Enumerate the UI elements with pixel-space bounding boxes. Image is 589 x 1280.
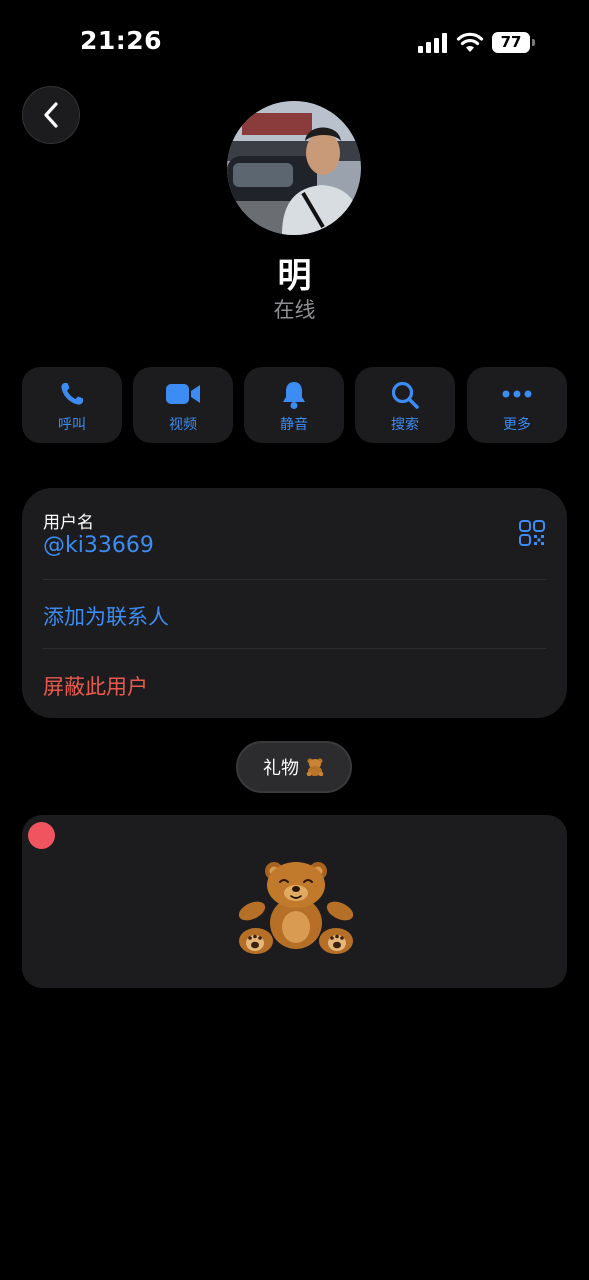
action-bar: 呼叫 视频 静音 搜索 更多 <box>22 367 567 443</box>
gifts-button[interactable]: 礼物 <box>236 741 352 793</box>
profile-name: 明 <box>277 256 312 296</box>
more-button[interactable]: 更多 <box>467 367 567 443</box>
wifi-icon <box>456 32 484 52</box>
teddy-bear-gift-icon <box>238 862 354 954</box>
status-time: 21:26 <box>80 26 163 55</box>
call-button[interactable]: 呼叫 <box>22 367 122 443</box>
divider <box>43 579 546 580</box>
gift-card[interactable] <box>22 815 567 988</box>
back-button[interactable] <box>22 86 80 144</box>
video-label: 视频 <box>169 417 197 433</box>
username-label: 用户名 <box>43 513 94 533</box>
block-user-button[interactable]: 屏蔽此用户 <box>43 671 148 701</box>
gifts-label: 礼物 <box>263 758 299 779</box>
call-label: 呼叫 <box>58 417 86 433</box>
search-icon <box>391 381 419 409</box>
username-value[interactable]: @ki33669 <box>43 533 154 558</box>
status-bar: 21:26 77 <box>0 0 589 86</box>
add-contact-button[interactable]: 添加为联系人 <box>43 601 169 631</box>
video-icon <box>166 384 200 404</box>
teddy-bear-icon <box>306 758 324 776</box>
qr-code-icon[interactable] <box>519 520 545 546</box>
chevron-left-icon <box>44 102 58 128</box>
cellular-signal-icon <box>418 33 447 53</box>
profile-status: 在线 <box>273 298 316 322</box>
notification-dot <box>28 822 55 849</box>
battery-level: 77 <box>492 32 530 53</box>
more-label: 更多 <box>503 417 531 433</box>
video-button[interactable]: 视频 <box>133 367 233 443</box>
search-button[interactable]: 搜索 <box>355 367 455 443</box>
battery-icon: 77 <box>492 32 536 53</box>
phone-icon <box>61 383 83 405</box>
more-icon <box>502 390 532 398</box>
info-card: 用户名 @ki33669 添加为联系人 屏蔽此用户 <box>22 488 567 718</box>
mute-button[interactable]: 静音 <box>244 367 344 443</box>
mute-label: 静音 <box>280 417 308 433</box>
bell-icon <box>283 382 305 409</box>
avatar[interactable] <box>227 101 361 235</box>
divider <box>43 648 546 649</box>
search-label: 搜索 <box>391 417 419 433</box>
